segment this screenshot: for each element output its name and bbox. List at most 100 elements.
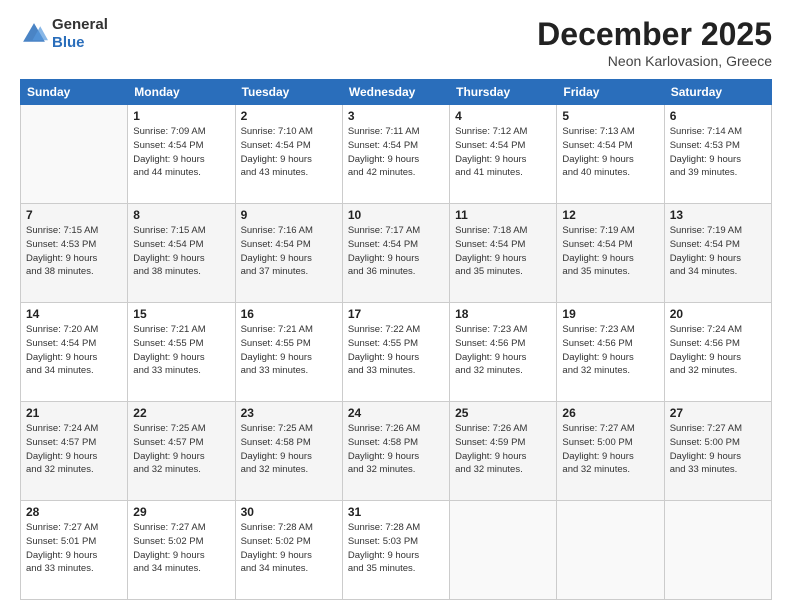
day-info: Sunrise: 7:27 AM Sunset: 5:01 PM Dayligh… <box>26 521 122 576</box>
page: General Blue December 2025 Neon Karlovas… <box>0 0 792 612</box>
day-header-wednesday: Wednesday <box>342 80 449 105</box>
day-info: Sunrise: 7:27 AM Sunset: 5:00 PM Dayligh… <box>670 422 766 477</box>
day-number: 16 <box>241 307 337 321</box>
calendar-cell: 28 Sunrise: 7:27 AM Sunset: 5:01 PM Dayli… <box>21 501 128 600</box>
day-info: Sunrise: 7:25 AM Sunset: 4:58 PM Dayligh… <box>241 422 337 477</box>
calendar-cell: 24 Sunrise: 7:26 AM Sunset: 4:58 PM Dayli… <box>342 402 449 501</box>
calendar-cell: 30Sunrise: 7:28 AM Sunset: 5:02 PM Dayli… <box>235 501 342 600</box>
day-info: Sunrise: 7:09 AM Sunset: 4:54 PM Dayligh… <box>133 125 229 180</box>
day-number: 26 <box>562 406 658 420</box>
calendar-cell: 4 Sunrise: 7:12 AM Sunset: 4:54 PM Daylig… <box>450 105 557 204</box>
days-header-row: SundayMondayTuesdayWednesdayThursdayFrid… <box>21 80 772 105</box>
day-info: Sunrise: 7:23 AM Sunset: 4:56 PM Dayligh… <box>455 323 551 378</box>
calendar-cell: 3 Sunrise: 7:11 AM Sunset: 4:54 PM Daylig… <box>342 105 449 204</box>
calendar-cell: 7 Sunrise: 7:15 AM Sunset: 4:53 PM Daylig… <box>21 204 128 303</box>
day-header-thursday: Thursday <box>450 80 557 105</box>
day-number: 2 <box>241 109 337 123</box>
day-number: 24 <box>348 406 444 420</box>
calendar-week-row: 28 Sunrise: 7:27 AM Sunset: 5:01 PM Dayli… <box>21 501 772 600</box>
calendar-cell: 22Sunrise: 7:25 AM Sunset: 4:57 PM Dayli… <box>128 402 235 501</box>
calendar-cell: 14 Sunrise: 7:20 AM Sunset: 4:54 PM Dayli… <box>21 303 128 402</box>
calendar-week-row: 21Sunrise: 7:24 AM Sunset: 4:57 PM Dayli… <box>21 402 772 501</box>
day-number: 12 <box>562 208 658 222</box>
calendar-cell: 21Sunrise: 7:24 AM Sunset: 4:57 PM Dayli… <box>21 402 128 501</box>
day-info: Sunrise: 7:22 AM Sunset: 4:55 PM Dayligh… <box>348 323 444 378</box>
day-number: 13 <box>670 208 766 222</box>
calendar-cell <box>21 105 128 204</box>
day-info: Sunrise: 7:27 AM Sunset: 5:00 PM Dayligh… <box>562 422 658 477</box>
calendar-cell: 12 Sunrise: 7:19 AM Sunset: 4:54 PM Dayli… <box>557 204 664 303</box>
calendar-week-row: 14 Sunrise: 7:20 AM Sunset: 4:54 PM Dayli… <box>21 303 772 402</box>
calendar-cell: 8 Sunrise: 7:15 AM Sunset: 4:54 PM Daylig… <box>128 204 235 303</box>
calendar-cell: 6Sunrise: 7:14 AM Sunset: 4:53 PM Daylig… <box>664 105 771 204</box>
calendar-cell: 1Sunrise: 7:09 AM Sunset: 4:54 PM Daylig… <box>128 105 235 204</box>
calendar-cell: 10 Sunrise: 7:17 AM Sunset: 4:54 PM Dayli… <box>342 204 449 303</box>
calendar-cell: 18Sunrise: 7:23 AM Sunset: 4:56 PM Dayli… <box>450 303 557 402</box>
title-block: December 2025 Neon Karlovasion, Greece <box>537 16 772 69</box>
day-info: Sunrise: 7:25 AM Sunset: 4:57 PM Dayligh… <box>133 422 229 477</box>
calendar-cell: 9Sunrise: 7:16 AM Sunset: 4:54 PM Daylig… <box>235 204 342 303</box>
day-info: Sunrise: 7:21 AM Sunset: 4:55 PM Dayligh… <box>133 323 229 378</box>
calendar-cell: 25 Sunrise: 7:26 AM Sunset: 4:59 PM Dayli… <box>450 402 557 501</box>
day-number: 5 <box>562 109 658 123</box>
day-number: 27 <box>670 406 766 420</box>
day-number: 28 <box>26 505 122 519</box>
calendar-cell <box>557 501 664 600</box>
calendar-cell: 5 Sunrise: 7:13 AM Sunset: 4:54 PM Daylig… <box>557 105 664 204</box>
calendar-cell: 31Sunrise: 7:28 AM Sunset: 5:03 PM Dayli… <box>342 501 449 600</box>
calendar-week-row: 1Sunrise: 7:09 AM Sunset: 4:54 PM Daylig… <box>21 105 772 204</box>
day-number: 10 <box>348 208 444 222</box>
calendar-title: December 2025 <box>537 16 772 53</box>
day-number: 15 <box>133 307 229 321</box>
logo-general-text: General <box>52 16 108 33</box>
calendar-cell: 17 Sunrise: 7:22 AM Sunset: 4:55 PM Dayli… <box>342 303 449 402</box>
logo: General Blue <box>20 16 108 52</box>
day-info: Sunrise: 7:19 AM Sunset: 4:54 PM Dayligh… <box>562 224 658 279</box>
day-info: Sunrise: 7:11 AM Sunset: 4:54 PM Dayligh… <box>348 125 444 180</box>
calendar-table: SundayMondayTuesdayWednesdayThursdayFrid… <box>20 79 772 600</box>
day-number: 4 <box>455 109 551 123</box>
day-number: 9 <box>241 208 337 222</box>
day-header-friday: Friday <box>557 80 664 105</box>
calendar-cell: 27 Sunrise: 7:27 AM Sunset: 5:00 PM Dayli… <box>664 402 771 501</box>
day-info: Sunrise: 7:20 AM Sunset: 4:54 PM Dayligh… <box>26 323 122 378</box>
day-info: Sunrise: 7:17 AM Sunset: 4:54 PM Dayligh… <box>348 224 444 279</box>
day-info: Sunrise: 7:28 AM Sunset: 5:03 PM Dayligh… <box>348 521 444 576</box>
day-number: 14 <box>26 307 122 321</box>
day-info: Sunrise: 7:15 AM Sunset: 4:54 PM Dayligh… <box>133 224 229 279</box>
day-info: Sunrise: 7:18 AM Sunset: 4:54 PM Dayligh… <box>455 224 551 279</box>
calendar-cell: 26 Sunrise: 7:27 AM Sunset: 5:00 PM Dayli… <box>557 402 664 501</box>
logo-text: General Blue <box>52 16 108 52</box>
calendar-cell: 29Sunrise: 7:27 AM Sunset: 5:02 PM Dayli… <box>128 501 235 600</box>
day-number: 25 <box>455 406 551 420</box>
day-info: Sunrise: 7:28 AM Sunset: 5:02 PM Dayligh… <box>241 521 337 576</box>
day-info: Sunrise: 7:12 AM Sunset: 4:54 PM Dayligh… <box>455 125 551 180</box>
calendar-cell: 16 Sunrise: 7:21 AM Sunset: 4:55 PM Dayli… <box>235 303 342 402</box>
day-info: Sunrise: 7:13 AM Sunset: 4:54 PM Dayligh… <box>562 125 658 180</box>
calendar-header: SundayMondayTuesdayWednesdayThursdayFrid… <box>21 80 772 105</box>
day-info: Sunrise: 7:21 AM Sunset: 4:55 PM Dayligh… <box>241 323 337 378</box>
day-info: Sunrise: 7:24 AM Sunset: 4:57 PM Dayligh… <box>26 422 122 477</box>
calendar-body: 1Sunrise: 7:09 AM Sunset: 4:54 PM Daylig… <box>21 105 772 600</box>
day-info: Sunrise: 7:15 AM Sunset: 4:53 PM Dayligh… <box>26 224 122 279</box>
calendar-cell: 23Sunrise: 7:25 AM Sunset: 4:58 PM Dayli… <box>235 402 342 501</box>
logo-blue-text: Blue <box>52 34 85 51</box>
day-info: Sunrise: 7:26 AM Sunset: 4:58 PM Dayligh… <box>348 422 444 477</box>
day-info: Sunrise: 7:19 AM Sunset: 4:54 PM Dayligh… <box>670 224 766 279</box>
day-info: Sunrise: 7:27 AM Sunset: 5:02 PM Dayligh… <box>133 521 229 576</box>
day-info: Sunrise: 7:26 AM Sunset: 4:59 PM Dayligh… <box>455 422 551 477</box>
day-number: 3 <box>348 109 444 123</box>
calendar-cell: 13 Sunrise: 7:19 AM Sunset: 4:54 PM Dayli… <box>664 204 771 303</box>
day-header-tuesday: Tuesday <box>235 80 342 105</box>
day-info: Sunrise: 7:23 AM Sunset: 4:56 PM Dayligh… <box>562 323 658 378</box>
calendar-cell <box>664 501 771 600</box>
day-number: 20 <box>670 307 766 321</box>
calendar-cell: 20Sunrise: 7:24 AM Sunset: 4:56 PM Dayli… <box>664 303 771 402</box>
day-number: 7 <box>26 208 122 222</box>
calendar-location: Neon Karlovasion, Greece <box>537 53 772 69</box>
calendar-cell: 15 Sunrise: 7:21 AM Sunset: 4:55 PM Dayli… <box>128 303 235 402</box>
day-header-saturday: Saturday <box>664 80 771 105</box>
day-number: 8 <box>133 208 229 222</box>
day-number: 17 <box>348 307 444 321</box>
calendar-cell: 11Sunrise: 7:18 AM Sunset: 4:54 PM Dayli… <box>450 204 557 303</box>
